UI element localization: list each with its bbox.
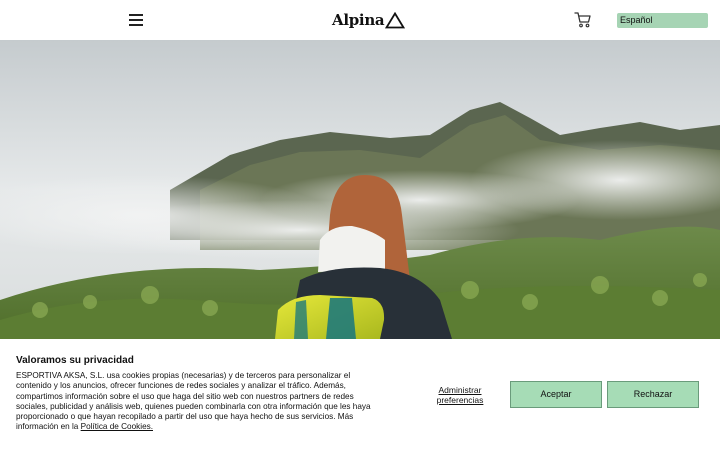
accept-button[interactable]: Aceptar xyxy=(510,381,602,408)
hero-image xyxy=(0,40,720,339)
language-selector[interactable]: Español xyxy=(617,13,708,28)
cookie-description: ESPORTIVA AKSA, S.L. usa cookies propias… xyxy=(16,371,380,433)
logo-triangle-icon xyxy=(385,11,406,28)
shopping-cart-icon[interactable] xyxy=(574,11,592,29)
hero-illustration xyxy=(0,40,720,339)
site-logo[interactable]: Alpina xyxy=(332,9,406,31)
cookie-title: Valoramos su privacidad xyxy=(16,355,134,366)
cookie-policy-link[interactable]: Política de Cookies. xyxy=(81,422,153,431)
hamburger-menu-icon[interactable] xyxy=(129,12,145,26)
site-header: Alpina Español xyxy=(0,0,720,40)
manage-preferences-button[interactable]: Administrar preferencias xyxy=(426,385,494,405)
reject-button[interactable]: Rechazar xyxy=(607,381,699,408)
cookie-description-text: ESPORTIVA AKSA, S.L. usa cookies propias… xyxy=(16,371,371,432)
logo-text: Alpina xyxy=(332,11,385,29)
cookie-banner: Valoramos su privacidad ESPORTIVA AKSA, … xyxy=(0,339,720,450)
